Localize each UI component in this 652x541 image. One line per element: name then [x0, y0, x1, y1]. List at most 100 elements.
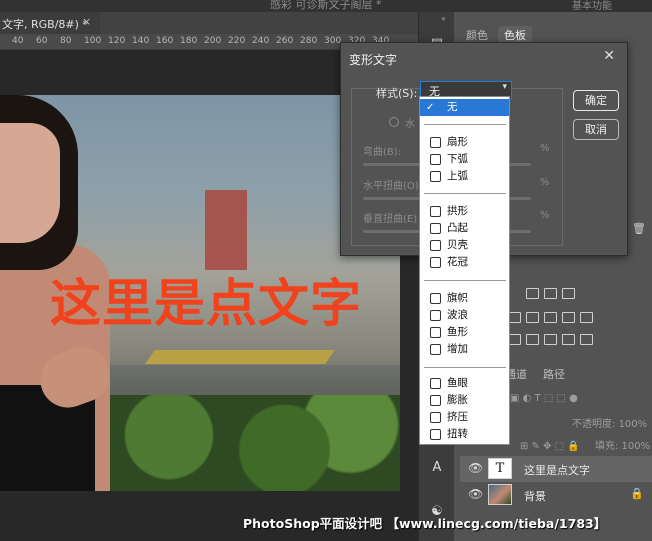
posterize-icon[interactable] — [526, 334, 539, 345]
horizontal-radio[interactable] — [389, 117, 399, 127]
layer-row-text[interactable]: 👁 T 这里是点文字 — [460, 456, 652, 482]
dropdown-item-rise[interactable]: 增加 — [420, 341, 509, 358]
fish-icon — [430, 327, 441, 338]
ruler-tick-label: 160 — [156, 36, 174, 46]
chevron-down-icon: ▾ — [502, 82, 507, 92]
lookup-icon[interactable] — [580, 312, 593, 323]
tab-bar — [100, 12, 418, 34]
layer-name[interactable]: 这里是点文字 — [524, 462, 590, 478]
ruler-tick-label: 280 — [300, 36, 318, 46]
levels-icon[interactable] — [526, 288, 539, 299]
arc-icon — [430, 137, 441, 148]
bend-percent: % — [540, 143, 550, 154]
watermark-text: PhotoShop平面设计吧 【www.linecg.com/tieba/178… — [243, 516, 607, 531]
collapse-chevron-icon[interactable]: « — [441, 14, 446, 23]
arch-icon — [430, 206, 441, 217]
ruler-tick-label: 40 — [12, 36, 24, 46]
document-tab[interactable]: 文字, RGB/8#) * × — [0, 12, 100, 34]
dropdown-separator — [424, 193, 506, 194]
photo-filter-icon[interactable] — [544, 312, 557, 323]
document-tab-label: 文字, RGB/8#) * — [2, 18, 88, 31]
close-tab-icon[interactable]: × — [82, 15, 91, 28]
lock-icons[interactable]: ⊞ ✎ ✥ ⬚ 🔒 — [520, 441, 580, 452]
ruler-tick-label: 140 — [132, 36, 150, 46]
canvas-point-text[interactable]: 这里是点文字 — [50, 262, 362, 336]
exposure-icon[interactable] — [562, 288, 575, 299]
dropdown-item-arch[interactable]: 拱形 — [420, 203, 509, 220]
ruler-tick-label: 260 — [276, 36, 294, 46]
wave-icon — [430, 310, 441, 321]
ok-button[interactable]: 确定 — [573, 90, 619, 111]
rise-icon — [430, 344, 441, 355]
vdistort-label: 垂直扭曲(E) — [363, 214, 418, 225]
ruler-tick-label: 300 — [324, 36, 342, 46]
horizontal-radio-label: 水 — [405, 119, 415, 130]
hdistort-percent: % — [540, 177, 550, 188]
lock-icon: 🔒 — [630, 487, 644, 500]
layer-filter-row[interactable]: ▣ ◐ T ⬚ ⬚ ● — [510, 393, 578, 404]
ruler-tick-label: 240 — [252, 36, 270, 46]
dropdown-item-flag[interactable]: 旗帜 — [420, 290, 509, 307]
dropdown-item-arc-upper[interactable]: 上弧 — [420, 168, 509, 185]
bw-icon[interactable] — [526, 312, 539, 323]
cancel-button[interactable]: 取消 — [573, 119, 619, 140]
close-icon[interactable]: ✕ — [603, 48, 615, 64]
ruler-tick-label: 200 — [204, 36, 222, 46]
dropdown-item-twist[interactable]: 扭转 — [420, 426, 509, 443]
shell-icon — [430, 240, 441, 251]
road-marking — [145, 350, 335, 364]
dropdown-item-fisheye[interactable]: 鱼眼 — [420, 375, 509, 392]
app-title-bar: 感彩 可诊斯文子阁层 * 基本功能 — [0, 0, 652, 12]
style-label: 样式(S): — [376, 87, 418, 100]
opacity-label: 不透明度: — [572, 419, 616, 430]
eye-icon[interactable]: 👁 — [468, 461, 483, 475]
character-icon[interactable]: A — [427, 458, 447, 478]
style-dropdown-list: ✓ 无 扇形 下弧 上弧 拱形 凸起 贝壳 花冠 旗帜 波浪 鱼形 增加 鱼眼 … — [419, 96, 510, 445]
dropdown-item-inflate[interactable]: 膨胀 — [420, 392, 509, 409]
text-layer-thumb: T — [488, 458, 512, 479]
adjustments-icons — [508, 288, 618, 348]
fill-value[interactable]: 100% — [622, 441, 651, 452]
dropdown-item-wave[interactable]: 波浪 — [420, 307, 509, 324]
curves-icon[interactable] — [544, 288, 557, 299]
ruler-tick-label: 100 — [84, 36, 102, 46]
image-layer-thumb — [488, 484, 512, 505]
dropdown-separator — [424, 124, 506, 125]
greenery-background — [70, 395, 400, 491]
fisheye-icon — [430, 378, 441, 389]
window-title: 感彩 可诊斯文子阁层 * — [270, 0, 382, 11]
flower-icon — [430, 257, 441, 268]
gradient-map-icon[interactable] — [580, 334, 593, 345]
woman-face — [0, 123, 60, 243]
inflate-icon — [430, 395, 441, 406]
dropdown-item-fish[interactable]: 鱼形 — [420, 324, 509, 341]
eye-icon[interactable]: 👁 — [468, 487, 483, 501]
layer-name[interactable]: 背景 — [524, 488, 546, 504]
bend-label: 弯曲(B): — [363, 147, 402, 158]
selective-color-icon[interactable] — [562, 334, 575, 345]
dropdown-item-flower[interactable]: 花冠 — [420, 254, 509, 271]
tab-paths[interactable]: 路径 — [543, 366, 565, 382]
ruler-tick-label: 120 — [108, 36, 126, 46]
vdistort-percent: % — [540, 210, 550, 221]
dropdown-item-squeeze[interactable]: 挤压 — [420, 409, 509, 426]
fill-label: 填充: — [594, 441, 619, 452]
threshold-icon[interactable] — [544, 334, 557, 345]
squeeze-icon — [430, 412, 441, 423]
opacity-value[interactable]: 100% — [619, 419, 648, 430]
checkmark-icon: ✓ — [426, 102, 435, 113]
workspace-switcher[interactable]: 基本功能 — [572, 0, 612, 12]
bus-background — [205, 190, 247, 270]
dialog-title: 变形文字 — [349, 53, 398, 67]
layer-row-background[interactable]: 👁 背景 🔒 — [460, 482, 652, 508]
channel-mixer-icon[interactable] — [562, 312, 575, 323]
dropdown-item-arc[interactable]: 扇形 — [420, 134, 509, 151]
ruler-tick-label: 80 — [60, 36, 72, 46]
dropdown-item-arc-lower[interactable]: 下弧 — [420, 151, 509, 168]
trash-icon[interactable]: 🗑 — [632, 222, 646, 235]
lock-row: ⊞ ✎ ✥ ⬚ 🔒 填充: 100% — [520, 437, 650, 452]
layers-panel-tabs: 通道 路径 — [505, 364, 652, 382]
dropdown-item-bulge[interactable]: 凸起 — [420, 220, 509, 237]
dropdown-item-shell[interactable]: 贝壳 — [420, 237, 509, 254]
dropdown-item-none[interactable]: ✓ 无 — [420, 99, 509, 116]
